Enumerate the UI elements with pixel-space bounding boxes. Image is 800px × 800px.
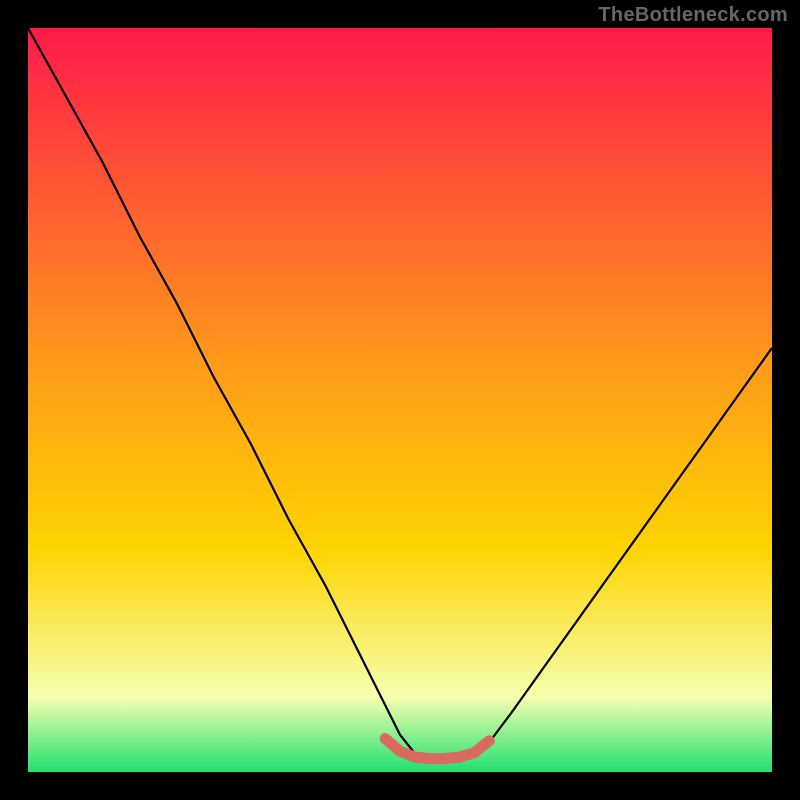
bottleneck-chart: [28, 28, 772, 772]
chart-stage: TheBottleneck.com: [0, 0, 800, 800]
chart-svg: [28, 28, 772, 772]
watermark-text: TheBottleneck.com: [598, 4, 788, 27]
gradient-background: [28, 28, 772, 772]
